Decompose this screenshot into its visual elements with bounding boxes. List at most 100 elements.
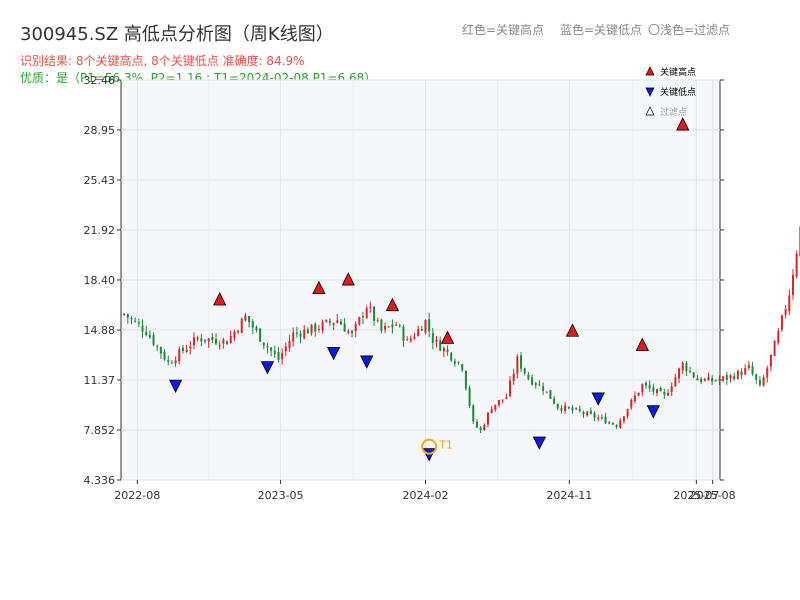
candle-body bbox=[593, 413, 596, 418]
candle-body bbox=[692, 372, 695, 378]
candle-body bbox=[185, 349, 188, 353]
candle-body bbox=[505, 397, 508, 399]
candle-body bbox=[659, 387, 662, 392]
candle-body bbox=[751, 366, 754, 375]
candle-body bbox=[553, 398, 556, 404]
candle-body bbox=[604, 416, 607, 424]
candle-body bbox=[589, 410, 592, 414]
candle-body bbox=[259, 328, 262, 342]
candle-body bbox=[167, 359, 170, 362]
candle-body bbox=[567, 406, 570, 409]
candle-body bbox=[571, 407, 574, 411]
candle-body bbox=[277, 352, 280, 360]
candle-body bbox=[218, 345, 221, 347]
candle-body bbox=[233, 331, 236, 338]
candle-body bbox=[255, 327, 258, 331]
candle-body bbox=[373, 306, 376, 321]
candle-body bbox=[123, 313, 126, 315]
candle-body bbox=[321, 321, 324, 331]
candle-body bbox=[648, 384, 651, 389]
candle-body bbox=[464, 370, 467, 389]
candle-body bbox=[159, 346, 162, 354]
candle-body bbox=[549, 390, 552, 399]
candle-body bbox=[685, 363, 688, 372]
candle-body bbox=[534, 383, 537, 386]
candle-body bbox=[758, 380, 761, 385]
candle-body bbox=[431, 333, 434, 344]
candle-body bbox=[248, 315, 251, 323]
candle-body bbox=[784, 308, 787, 315]
candle-body bbox=[420, 328, 423, 331]
candle-body bbox=[523, 368, 526, 374]
candle-body bbox=[299, 333, 302, 337]
candle-body bbox=[446, 349, 449, 352]
candle-body bbox=[435, 339, 438, 342]
candle-body bbox=[229, 335, 232, 343]
candle-body bbox=[163, 351, 166, 360]
candle-body bbox=[130, 317, 133, 319]
candle-body bbox=[483, 424, 486, 431]
y-tick-label: 32.46 bbox=[84, 74, 116, 87]
candle-body bbox=[391, 324, 394, 328]
candle-body bbox=[196, 337, 199, 340]
candle-body bbox=[200, 338, 203, 342]
candle-body bbox=[207, 338, 210, 342]
candle-body bbox=[578, 408, 581, 412]
candle-body bbox=[398, 325, 401, 327]
candle-body bbox=[215, 338, 218, 344]
candle-body bbox=[450, 352, 453, 361]
candle-body bbox=[310, 324, 313, 334]
candle-body bbox=[762, 377, 765, 386]
candle-body bbox=[714, 380, 717, 382]
candle-body bbox=[273, 350, 276, 354]
candle-body bbox=[266, 346, 269, 348]
candle-body bbox=[409, 338, 412, 341]
candle-body bbox=[137, 322, 140, 324]
candle-body bbox=[630, 399, 633, 408]
x-tick-label: 2023-05 bbox=[258, 489, 304, 502]
candle-body bbox=[644, 382, 647, 386]
candle-body bbox=[141, 325, 144, 332]
candle-body bbox=[700, 378, 703, 383]
candle-body bbox=[538, 384, 541, 386]
candlestick-chart: T1 4.336 7.852 11.37 14.88 18.40 21.92 25.43 28… bbox=[84, 66, 800, 502]
candle-body bbox=[251, 321, 254, 328]
candle-body bbox=[170, 362, 173, 364]
candle-body bbox=[472, 405, 475, 422]
candle-body bbox=[354, 323, 357, 332]
candle-body bbox=[439, 340, 442, 351]
candle-body bbox=[417, 328, 420, 336]
candle-body bbox=[350, 331, 353, 334]
candle-body bbox=[284, 346, 287, 352]
candle-body bbox=[600, 417, 603, 419]
legend-label: 关键高点 bbox=[660, 66, 696, 78]
y-tick-label: 21.92 bbox=[84, 224, 116, 237]
candle-body bbox=[380, 319, 383, 331]
candle-body bbox=[586, 411, 589, 416]
candle-body bbox=[611, 422, 614, 425]
candle-body bbox=[490, 409, 493, 414]
candle-body bbox=[608, 422, 611, 424]
candle-body bbox=[347, 331, 350, 333]
candle-body bbox=[652, 387, 655, 392]
candle-body bbox=[343, 323, 346, 332]
candle-body bbox=[442, 348, 445, 352]
candle-body bbox=[226, 341, 229, 345]
candle-body bbox=[134, 320, 137, 322]
candle-body bbox=[365, 308, 368, 318]
candle-body bbox=[203, 339, 206, 342]
candle-body bbox=[711, 378, 714, 382]
candle-body bbox=[641, 384, 644, 393]
candle-body bbox=[703, 378, 706, 381]
y-tick-label: 4.336 bbox=[84, 474, 116, 487]
candle-body bbox=[362, 316, 365, 318]
candle-body bbox=[531, 377, 534, 385]
candle-body bbox=[428, 319, 431, 332]
candle-body bbox=[494, 404, 497, 410]
candle-body bbox=[376, 319, 379, 321]
candle-body bbox=[560, 408, 563, 411]
candle-body bbox=[722, 376, 725, 379]
candle-body bbox=[453, 361, 456, 364]
candle-body bbox=[295, 332, 298, 334]
candle-body bbox=[733, 375, 736, 380]
